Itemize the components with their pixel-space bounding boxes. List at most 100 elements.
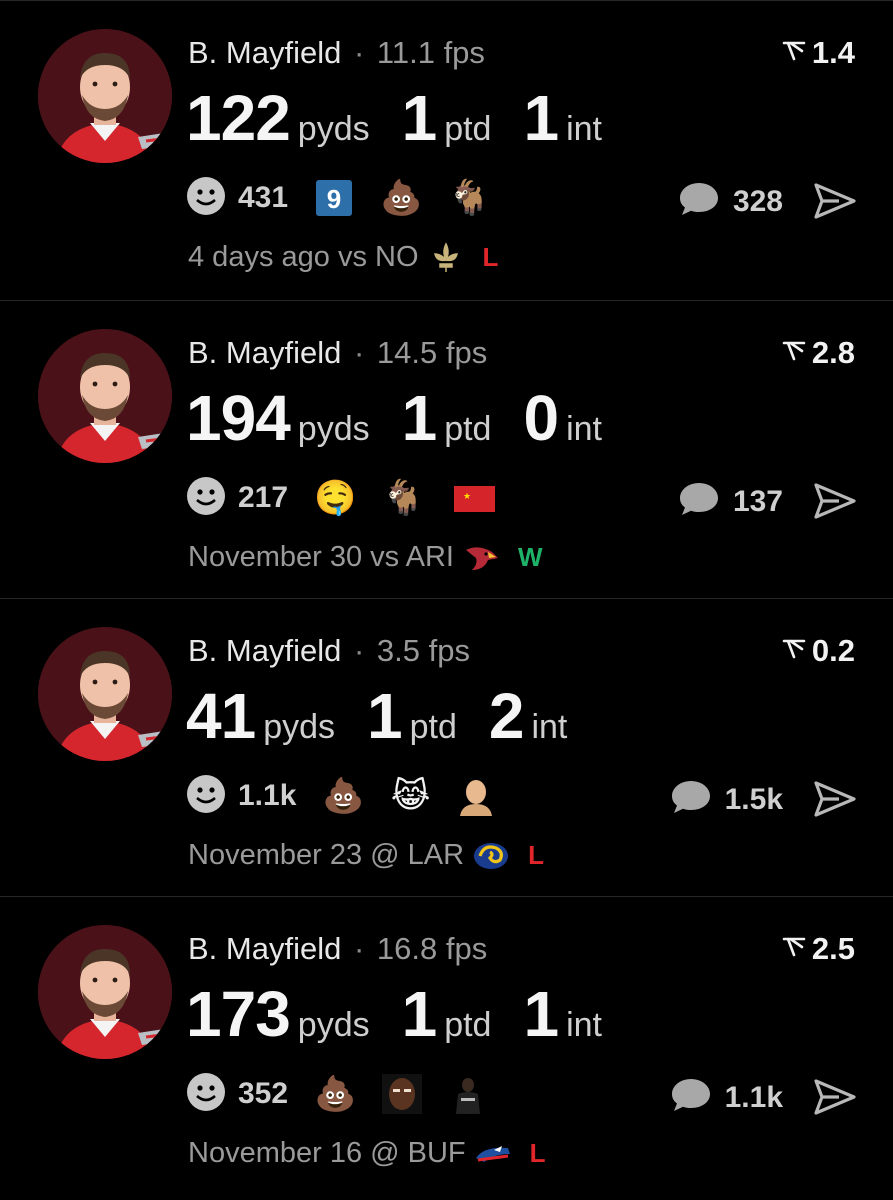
comments-button[interactable]: 328 (677, 179, 783, 224)
bald-man-sticker (460, 780, 493, 816)
stat-value: 122 (186, 82, 291, 154)
game-info: November 23 @ LAR L (188, 839, 544, 872)
comments-button[interactable]: 137 (677, 479, 783, 524)
stat-value: 0 (523, 382, 559, 454)
post-feed: B. Mayfield · 11.1 fps 1.4 122 pyds 1 ptd … (0, 0, 893, 1200)
pile-of-poo-emoji: 💩 (322, 776, 365, 816)
stat-value: 1 (401, 978, 438, 1050)
game-info: November 16 @ BUF L (188, 1137, 546, 1170)
fantasy-points: 11.1 fps (376, 35, 485, 70)
reaction-count: 352 (238, 1077, 289, 1110)
stat-unit: pyds (297, 410, 370, 448)
reaction-bar[interactable]: 352 💩 (186, 1069, 514, 1119)
comments-button[interactable]: 1.5k (669, 777, 783, 822)
reaction-bar[interactable]: 431 9 💩 🐐 (186, 173, 517, 223)
cat-tears-of-joy-emoji: 😹 (390, 776, 431, 816)
rating-badge[interactable]: 2.8 (782, 335, 855, 371)
player-avatar[interactable] (38, 627, 172, 761)
post-card[interactable]: B. Mayfield · 3.5 fps 0.2 41 pyds 1 ptd 2i… (0, 598, 893, 895)
game-result: L (529, 1138, 546, 1168)
stat-unit: int (566, 410, 602, 448)
game-result: W (517, 542, 543, 572)
player-avatar[interactable] (38, 29, 172, 163)
stat-line: 173 pyds 1 ptd 1 int (186, 977, 634, 1051)
separator-dot: · (353, 931, 365, 966)
post-card[interactable]: B. Mayfield · 11.1 fps 1.4 122 pyds 1 ptd … (0, 0, 893, 297)
rating-badge[interactable]: 0.2 (782, 633, 855, 669)
svg-text:9: 9 (327, 184, 341, 214)
comment-count: 1.1k (724, 1080, 783, 1114)
player-avatar[interactable] (38, 925, 172, 1059)
add-reaction-icon[interactable] (186, 774, 226, 819)
post-card[interactable]: B. Mayfield · 16.8 fps 2.5 173 pyds 1 ptd … (0, 896, 893, 1193)
add-reaction-icon[interactable] (186, 1072, 226, 1117)
comment-bubble-icon (677, 479, 721, 524)
stat-line: 194 pyds 1 ptd 0 int (186, 381, 634, 455)
pile-of-poo-emoji: 💩 (380, 178, 423, 218)
stat-unit: ptd (409, 708, 457, 746)
comment-bubble-icon (677, 179, 721, 224)
reaction-bar[interactable]: 1.1k 💩 😹 (186, 771, 522, 821)
svg-text:★: ★ (463, 491, 471, 501)
game-label: November 23 @ LAR (188, 839, 465, 871)
stat-value: 41 (186, 680, 256, 752)
rating-value: 2.5 (811, 931, 855, 966)
china-flag-emoji: ★ (453, 486, 495, 512)
stat-unit: ptd (444, 110, 492, 148)
add-reaction-icon[interactable] (186, 176, 226, 221)
goat-emoji: 🐐 (382, 478, 425, 518)
post-card[interactable]: B. Mayfield · 14.5 fps 2.8 194 pyds 1 ptd … (0, 300, 893, 597)
game-info: November 30 vs ARI W (188, 541, 543, 574)
comments-button[interactable]: 1.1k (669, 1075, 783, 1120)
rating-value: 1.4 (811, 35, 855, 70)
player-name[interactable]: B. Mayfield (188, 35, 341, 70)
goat-emoji: 🐐 (448, 178, 491, 218)
game-result: L (528, 840, 544, 870)
player-name[interactable]: B. Mayfield (188, 931, 341, 966)
rams-logo (474, 842, 509, 869)
post-header: B. Mayfield · 11.1 fps (188, 35, 485, 71)
stat-value: 1 (367, 680, 403, 752)
post-header: B. Mayfield · 3.5 fps (188, 633, 470, 669)
stat-value: 194 (186, 382, 291, 454)
player-name[interactable]: B. Mayfield (188, 633, 341, 668)
rating-badge[interactable]: 1.4 (782, 35, 855, 71)
add-reaction-icon[interactable] (186, 476, 226, 521)
player-avatar[interactable] (38, 329, 172, 463)
face-photo-sticker (382, 1074, 423, 1114)
stat-unit: ptd (444, 410, 492, 448)
rating-icon (782, 633, 806, 669)
game-label: 4 days ago vs NO (188, 241, 419, 273)
fantasy-points: 14.5 fps (376, 335, 488, 370)
player-name[interactable]: B. Mayfield (188, 335, 341, 370)
comment-bubble-icon (669, 777, 713, 822)
rating-value: 0.2 (811, 633, 855, 668)
rating-icon (782, 35, 806, 71)
separator-dot: · (353, 633, 365, 668)
rating-value: 2.8 (811, 335, 855, 370)
reaction-bar[interactable]: 217 🤤 🐐 ★ (186, 473, 521, 523)
stat-line: 41 pyds 1 ptd 2 int (186, 679, 599, 753)
saints-fleur-de-lis-logo (433, 241, 458, 272)
comment-count: 137 (732, 484, 783, 518)
pile-of-poo-emoji: 💩 (314, 1074, 357, 1114)
post-header: B. Mayfield · 14.5 fps (188, 335, 487, 371)
rating-badge[interactable]: 2.5 (782, 931, 855, 967)
comment-count: 328 (732, 184, 783, 218)
separator-dot: · (353, 35, 365, 70)
stat-unit: pyds (297, 110, 370, 148)
stat-unit: ptd (444, 1006, 492, 1044)
bills-logo (475, 1145, 510, 1162)
rating-icon (782, 335, 806, 371)
reaction-count: 217 (238, 481, 289, 514)
stat-unit: pyds (297, 1006, 370, 1044)
nets-player-sticker (448, 1074, 489, 1114)
game-info: 4 days ago vs NO L (188, 241, 498, 274)
stat-value: 1 (523, 82, 559, 154)
comment-bubble-icon (669, 1075, 713, 1120)
number-9-badge: 9 (316, 180, 353, 216)
drooling-face-emoji: 🤤 (314, 478, 357, 518)
game-result: L (482, 242, 499, 272)
stat-unit: int (566, 1006, 602, 1044)
stat-unit: int (531, 708, 568, 746)
